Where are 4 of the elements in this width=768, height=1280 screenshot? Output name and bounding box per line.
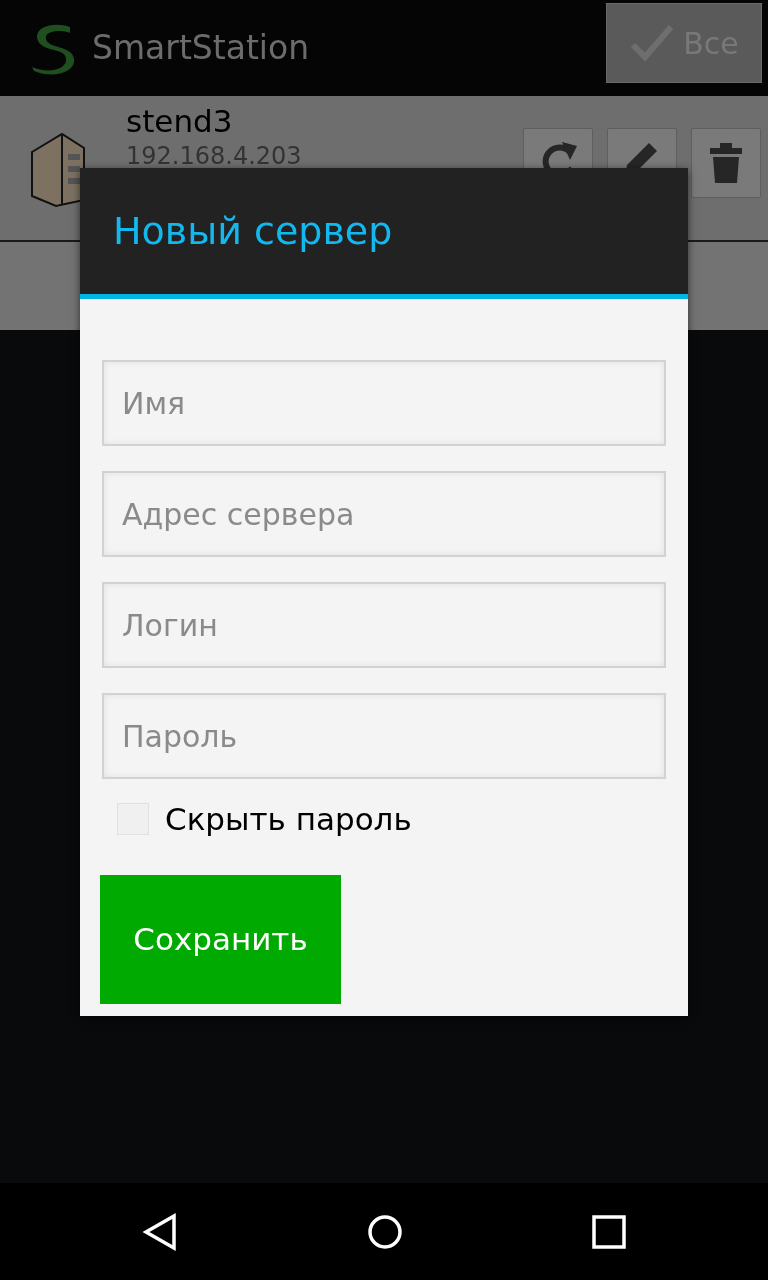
server-address: 192.168.4.203 bbox=[126, 141, 302, 173]
dialog-title: Новый сервер bbox=[113, 207, 393, 255]
app-title: SmartStation bbox=[92, 27, 310, 70]
server-name: stend3 bbox=[126, 104, 234, 139]
